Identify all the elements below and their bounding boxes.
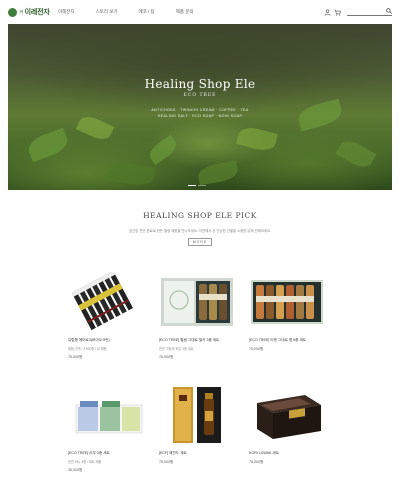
leaf-decoration xyxy=(25,127,71,163)
logo-text: 이레전자 xyxy=(24,9,50,16)
hero-desc-line: HEALING SALT · ECO SOAP · NONI SOAP xyxy=(157,114,243,118)
product-card[interactable]: [ECF] 해찬드 세트 75,000원 xyxy=(159,385,235,465)
product-price: 75,000원 xyxy=(249,460,264,464)
leaf-decoration xyxy=(196,160,240,186)
slider-dot[interactable] xyxy=(198,185,206,186)
product-image[interactable] xyxy=(68,272,144,332)
hero-banner[interactable]: Healing Shop Ele ECO TREE ANTICHOKE · TW… xyxy=(8,24,392,190)
product-card[interactable]: [ECO TREE] 힐링 그대로 밀키 3종 세트 천연 가정의 조은 3종 … xyxy=(159,272,235,360)
product-name[interactable]: KORI LUWAK 세트 xyxy=(249,451,325,456)
product-image[interactable] xyxy=(159,272,235,332)
product-card[interactable]: [ECO TREE] 티엔 그대로 잼 6종 세트 75,000원 xyxy=(249,272,325,352)
product-image[interactable] xyxy=(159,385,235,445)
product-image[interactable] xyxy=(249,272,325,332)
header-icons xyxy=(321,8,392,23)
product-name[interactable]: [ECO TREE] 힐링 그대로 밀키 3종 세트 xyxy=(159,338,235,343)
slider-dot[interactable] xyxy=(188,185,196,186)
leaf-decoration xyxy=(236,124,278,154)
leaf-decoration xyxy=(335,136,377,172)
main-nav: 이레전자 스토리 보기 에코 / 팁 제품 문의 xyxy=(58,9,215,15)
product-name[interactable]: [ECO TREE] 리우 3종 세트 xyxy=(68,451,144,456)
product-description: 체험 가격 / 2,900원 / 교 체험 xyxy=(68,347,107,351)
site-header: 커 이레전자 이레전자 스토리 보기 에코 / 팁 제품 문의 xyxy=(0,0,400,24)
product-price: 75,000원 xyxy=(68,355,83,359)
section-title: HEALING SHOP ELE PICK xyxy=(143,211,257,220)
product-description: 천연 가정의 조은 3종 세트 xyxy=(159,347,194,351)
hero-description: ANTICHOKE · TWINCHI CREAM · COFFEE · TEA… xyxy=(8,107,392,119)
more-button[interactable]: MORE xyxy=(188,238,212,246)
product-image[interactable] xyxy=(249,385,325,445)
cart-icon[interactable] xyxy=(334,9,341,16)
logo-small-text: 커 xyxy=(19,9,24,16)
hero-title: Healing Shop Ele xyxy=(144,77,256,91)
product-name[interactable]: 유럽형 에어로3(바이오크린) xyxy=(68,338,144,343)
product-price: 75,000원 xyxy=(249,347,264,351)
product-description: 천연 비누 3종 / 세트 제품 xyxy=(68,460,102,464)
product-name[interactable]: [ECO TREE] 티엔 그대로 잼 6종 세트 xyxy=(249,338,325,343)
leaf-decoration xyxy=(146,134,180,166)
nav-item-eco[interactable]: 에코 / 팁 xyxy=(139,9,155,15)
search-input[interactable] xyxy=(347,16,385,23)
nav-item-inquiry[interactable]: 제품 문의 xyxy=(176,9,194,15)
product-card[interactable]: KORI LUWAK 세트 75,000원 xyxy=(249,385,325,465)
product-price: 75,000원 xyxy=(159,460,174,464)
product-card[interactable]: 유럽형 에어로3(바이오크린) 체험 가격 / 2,900원 / 교 체험 75… xyxy=(68,272,144,360)
search-icon[interactable] xyxy=(386,8,392,14)
logo-leaf-icon xyxy=(8,7,17,17)
product-image[interactable] xyxy=(68,385,144,445)
section-description: 엄선된 천연 원료로 만든 힐링 제품을 만나보세요. 자연에서 온 건강한 선… xyxy=(128,229,272,233)
nav-item-company[interactable]: 이레전자 xyxy=(58,9,75,15)
user-icon[interactable] xyxy=(324,9,331,16)
hero-subtitle: ECO TREE xyxy=(183,93,217,98)
nav-item-story[interactable]: 스토리 보기 xyxy=(96,9,118,15)
slider-pagination xyxy=(188,185,208,186)
product-name[interactable]: [ECF] 해찬드 세트 xyxy=(159,451,235,456)
search-field[interactable] xyxy=(347,8,392,23)
logo[interactable]: 커 이레전자 xyxy=(8,6,50,18)
product-card[interactable]: [ECO TREE] 리우 3종 세트 천연 비누 3종 / 세트 제품 35,… xyxy=(68,385,144,473)
product-price: 75,000원 xyxy=(159,355,174,359)
leaf-decoration xyxy=(106,160,156,188)
product-price: 35,000원 xyxy=(68,468,83,472)
